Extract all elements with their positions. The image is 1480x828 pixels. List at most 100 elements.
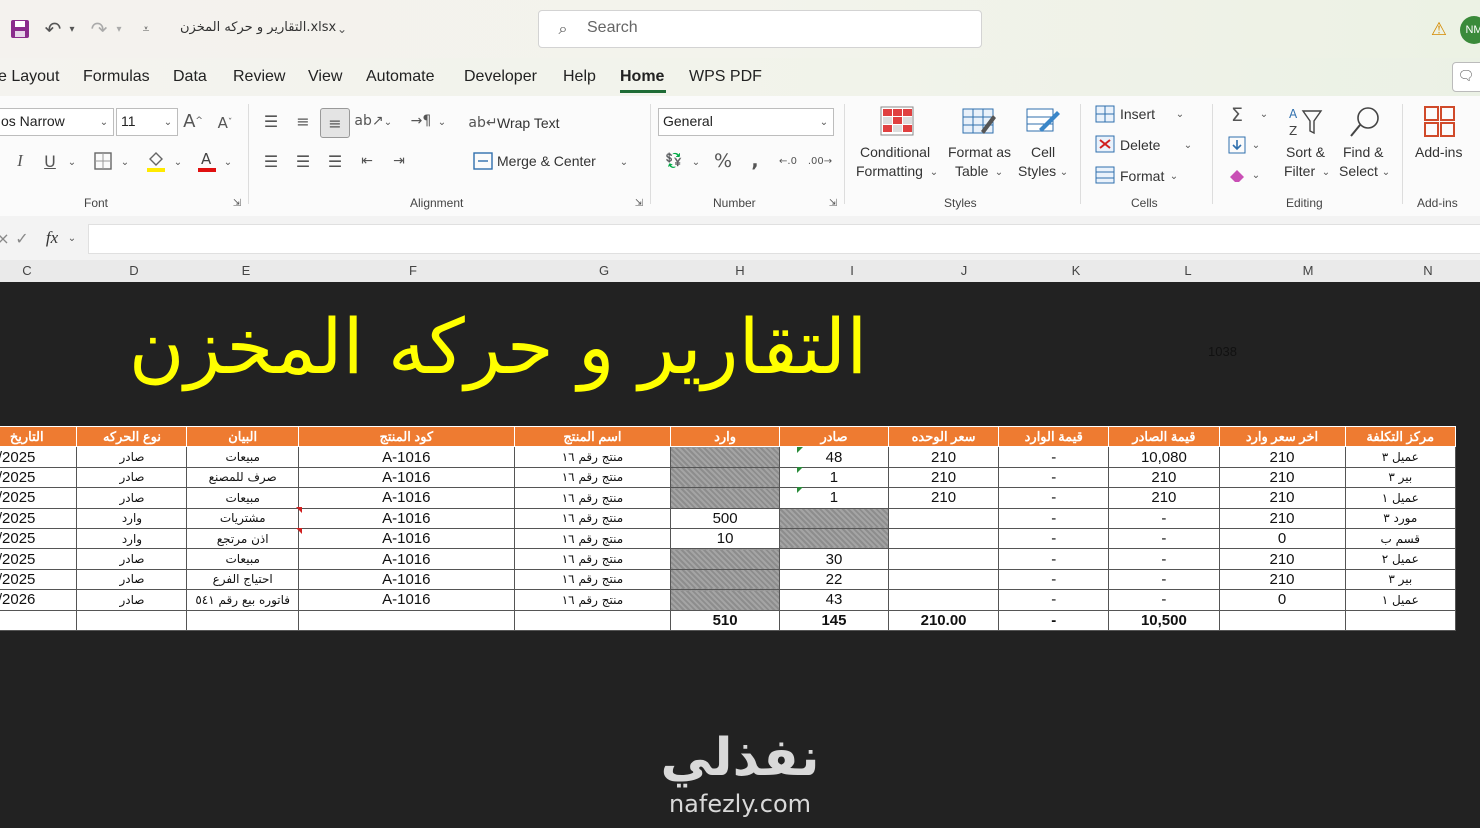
cell-movement-type[interactable]: صادر (76, 466, 188, 489)
font-color-dropdown-icon[interactable]: ⌄ (222, 154, 234, 170)
cell-outgoing[interactable]: 43 (779, 589, 889, 611)
cell-last-incoming-price[interactable]: 0 (1218, 527, 1346, 550)
column-header-outgoing[interactable]: صادر (779, 425, 889, 448)
number-format-select[interactable]: General ⌄ (658, 108, 834, 136)
cell-product-code[interactable]: A-1016 (297, 589, 515, 611)
cancel-entry-icon[interactable]: × (0, 226, 10, 250)
cell-unit-price[interactable]: 210 (887, 487, 1000, 509)
cell-movement-type[interactable]: صادر (76, 568, 188, 591)
cell-incoming-value[interactable]: - (998, 507, 1110, 529)
cell-date[interactable]: /12/2025 (0, 507, 78, 529)
alignment-dialog-launcher-icon[interactable]: ⇲ (632, 196, 646, 210)
cell-last-incoming-price[interactable]: 0 (1218, 589, 1346, 611)
autosum-icon[interactable]: Σ (1226, 104, 1248, 126)
sort-filter-icon[interactable]: AZ (1286, 104, 1326, 140)
cell-date[interactable]: /03/2025 (0, 568, 78, 591)
format-cells-icon[interactable] (1094, 165, 1116, 185)
redo-icon[interactable]: ↷ (86, 16, 112, 42)
borders-icon[interactable] (92, 150, 114, 172)
merge-center-button[interactable]: Merge & Center (497, 153, 596, 169)
cell-outgoing-value[interactable]: - (1108, 548, 1220, 570)
cell-description[interactable]: اذن مرتجع (186, 527, 299, 550)
cell-cost-center[interactable]: عميل ١ (1344, 487, 1456, 509)
number-dialog-launcher-icon[interactable]: ⇲ (826, 196, 840, 210)
cell-unit-price[interactable] (887, 527, 1000, 550)
decrease-font-icon[interactable]: Aˇ (214, 112, 236, 134)
cell-outgoing-value[interactable]: - (1108, 527, 1220, 550)
cell-movement-type[interactable]: صادر (76, 589, 188, 611)
cell-outgoing[interactable]: 48 (779, 446, 889, 468)
underline-icon[interactable]: U (40, 150, 60, 172)
cell-incoming[interactable] (670, 589, 781, 611)
column-header-date[interactable]: التاريخ (0, 425, 78, 448)
conditional-formatting-icon[interactable] (878, 104, 916, 138)
cell-date[interactable]: /01/2025 (0, 548, 78, 570)
accounting-format-dropdown-icon[interactable]: ⌄ (690, 154, 702, 170)
column-header-n[interactable]: N (1372, 263, 1480, 278)
font-color-icon[interactable]: A (196, 148, 218, 174)
total-cost-center[interactable] (1344, 609, 1456, 631)
font-size-select[interactable]: 11 ⌄ (116, 108, 178, 136)
cell-outgoing[interactable]: 22 (779, 568, 889, 591)
italic-icon[interactable]: I (10, 150, 30, 172)
tab-automate[interactable]: Automate (366, 68, 434, 86)
tab-review[interactable]: Review (233, 68, 285, 86)
cell-product-name[interactable]: منتج رقم ١٦ (513, 466, 672, 489)
cell-product-code[interactable]: A-1016 (297, 507, 515, 529)
cell-description[interactable]: مبيعات (186, 446, 299, 468)
column-header-movement-type[interactable]: نوع الحركه (76, 425, 188, 448)
comments-button[interactable]: 🗨 (1452, 62, 1480, 92)
column-header-unit-price[interactable]: سعر الوحده (887, 425, 1000, 448)
orientation-dropdown-icon[interactable]: ⌄ (382, 114, 394, 130)
cell-outgoing[interactable]: 30 (779, 548, 889, 570)
column-header-incoming-value[interactable]: قيمة الوارد (998, 425, 1110, 448)
sort-filter-dropdown-icon[interactable]: ⌄ (1320, 164, 1332, 180)
cell-incoming-value[interactable]: - (998, 568, 1110, 591)
insert-function-dropdown-icon[interactable]: ⌄ (66, 230, 78, 246)
column-header-c[interactable]: C (0, 263, 78, 278)
cell-description[interactable]: احتياج الفرع (186, 568, 299, 591)
cell-incoming[interactable] (670, 548, 781, 570)
cell-last-incoming-price[interactable]: 210 (1218, 446, 1346, 468)
cell-product-code[interactable]: A-1016 (297, 487, 515, 509)
insert-button[interactable]: Insert (1120, 106, 1155, 122)
cell-date[interactable]: /12/2025 (0, 487, 78, 509)
cell-product-name[interactable]: منتج رقم ١٦ (513, 548, 672, 570)
cell-unit-price[interactable] (887, 507, 1000, 529)
cell-incoming-value[interactable]: - (998, 548, 1110, 570)
cell-cost-center[interactable]: قسم ب (1344, 527, 1456, 550)
cell-product-name[interactable]: منتج رقم ١٦ (513, 487, 672, 509)
format-as-table-dropdown-icon[interactable]: ⌄ (993, 164, 1005, 180)
conditional-formatting-button-line2[interactable]: Formatting (856, 163, 923, 179)
increase-font-icon[interactable]: A ^ (182, 110, 204, 132)
total-description[interactable] (186, 609, 299, 631)
find-select-button-line2[interactable]: Select (1339, 163, 1378, 179)
corner-value-cell[interactable]: 1038 (1208, 344, 1237, 359)
addins-icon[interactable] (1420, 104, 1460, 140)
cell-product-code[interactable]: A-1016 (297, 466, 515, 489)
cell-styles-button[interactable]: Cell (1031, 144, 1055, 160)
sort-filter-button[interactable]: Sort & (1286, 144, 1325, 160)
cell-outgoing[interactable]: 1 (779, 487, 889, 509)
formula-input[interactable] (88, 224, 1480, 254)
cell-incoming[interactable]: 500 (670, 507, 781, 529)
cell-cost-center[interactable]: مورد ٣ (1344, 507, 1456, 529)
underline-dropdown-icon[interactable]: ⌄ (66, 154, 78, 170)
align-middle-icon[interactable]: ≡ (292, 110, 314, 132)
cell-product-name[interactable]: منتج رقم ١٦ (513, 589, 672, 611)
align-bottom-icon[interactable]: ≡ (320, 108, 350, 138)
increase-decimal-icon[interactable]: ←.0 (776, 150, 800, 172)
tab-developer[interactable]: Developer (464, 68, 537, 86)
cell-outgoing-value[interactable]: 210 (1108, 466, 1220, 489)
column-header-product-name[interactable]: اسم المنتج (513, 425, 672, 448)
cell-movement-type[interactable]: صادر (76, 548, 188, 570)
total-product-code[interactable] (297, 609, 515, 631)
cell-cost-center[interactable]: عميل ١ (1344, 589, 1456, 611)
cell-incoming-value[interactable]: - (998, 589, 1110, 611)
redo-dropdown-icon[interactable]: ▾ (113, 22, 125, 36)
cell-unit-price[interactable] (887, 568, 1000, 591)
undo-icon[interactable]: ↶ (40, 16, 66, 42)
confirm-entry-icon[interactable]: ✓ (12, 226, 32, 250)
cell-incoming[interactable] (670, 466, 781, 489)
delete-dropdown-icon[interactable]: ⌄ (1182, 137, 1194, 153)
